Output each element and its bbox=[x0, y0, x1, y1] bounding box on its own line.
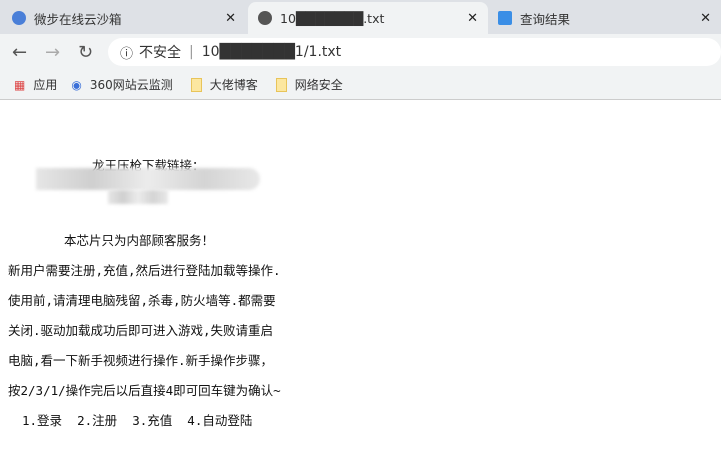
tab-title: 10███████.txt bbox=[280, 10, 385, 26]
tab-txt[interactable]: 10███████.txt ✕ bbox=[248, 2, 488, 34]
forward-icon[interactable]: → bbox=[45, 42, 60, 63]
close-icon[interactable]: ✕ bbox=[225, 11, 236, 26]
weibu-logo-icon bbox=[12, 11, 26, 25]
bookmarks-bar: ▦ 应用 ◉ 360网站云监测 大佬博客 网络安全 bbox=[0, 70, 721, 100]
text-line: 本芯片只为内部顾客服务！ bbox=[64, 233, 215, 248]
folder-icon bbox=[275, 77, 287, 92]
bookmark-apps[interactable]: ▦ 应用 bbox=[14, 76, 57, 93]
bookmark-label: 大佬博客 bbox=[209, 78, 258, 92]
bookmark-folder-blog[interactable]: 大佬博客 bbox=[190, 76, 258, 93]
tab-title: 查询结果 bbox=[520, 11, 571, 27]
folder-icon bbox=[190, 77, 202, 92]
security-label: 不安全 bbox=[139, 45, 182, 61]
apps-grid-icon: ▦ bbox=[14, 77, 26, 92]
bookmark-label: 网络安全 bbox=[294, 78, 343, 92]
redacted-link bbox=[36, 168, 260, 190]
text-content: 龙王压枪下载链接： 本芯片只为内部顾客服务！ 新用户需要注册,充值,然后进行登陆… bbox=[0, 100, 721, 456]
globe-icon bbox=[258, 11, 272, 25]
bookmark-360[interactable]: ◉ 360网站云监测 bbox=[71, 76, 172, 93]
url-text[interactable]: 10███████1/1.txt bbox=[202, 44, 341, 60]
text-line: 关闭.驱动加载成功后即可进入游戏,失败请重启 bbox=[8, 323, 274, 338]
tab-query[interactable]: 查询结果 ✕ bbox=[498, 2, 721, 34]
reload-icon[interactable]: ↻ bbox=[78, 42, 93, 63]
text-line: 电脑,看一下新手视频进行操作.新手操作步骤， bbox=[8, 353, 274, 368]
address-bar[interactable]: ⓘ 不安全 | 10███████1/1.txt bbox=[108, 38, 721, 66]
text-line: 1.登录 2.注册 3.充值 4.自动登陆 bbox=[22, 413, 253, 428]
info-icon[interactable]: ⓘ bbox=[120, 43, 133, 62]
x-logo-icon bbox=[498, 11, 512, 25]
text-line: 新用户需要注册,充值,然后进行登陆加载等操作. bbox=[8, 263, 281, 278]
redacted-link bbox=[108, 190, 168, 204]
close-icon[interactable]: ✕ bbox=[467, 11, 478, 26]
back-icon[interactable]: ← bbox=[12, 42, 27, 63]
text-line: 按2/3/1/操作完后以后直接4即可回车键为确认~ bbox=[8, 383, 281, 398]
text-line: 使用前,请清理电脑残留,杀毒,防火墙等.都需要 bbox=[8, 293, 276, 308]
bookmark-folder-security[interactable]: 网络安全 bbox=[275, 76, 343, 93]
close-icon[interactable]: ✕ bbox=[700, 11, 711, 26]
tab-strip: 微步在线云沙箱 ✕ 10███████.txt ✕ 查询结果 ✕ bbox=[0, 0, 721, 34]
bookmark-label: 应用 bbox=[33, 78, 58, 92]
360-logo-icon: ◉ bbox=[71, 77, 82, 92]
tab-weibu[interactable]: 微步在线云沙箱 ✕ bbox=[12, 2, 246, 34]
bookmark-label: 360网站云监测 bbox=[89, 78, 173, 92]
toolbar: ← → ↻ ⓘ 不安全 | 10███████1/1.txt bbox=[0, 34, 721, 70]
tab-title: 微步在线云沙箱 bbox=[34, 11, 122, 27]
